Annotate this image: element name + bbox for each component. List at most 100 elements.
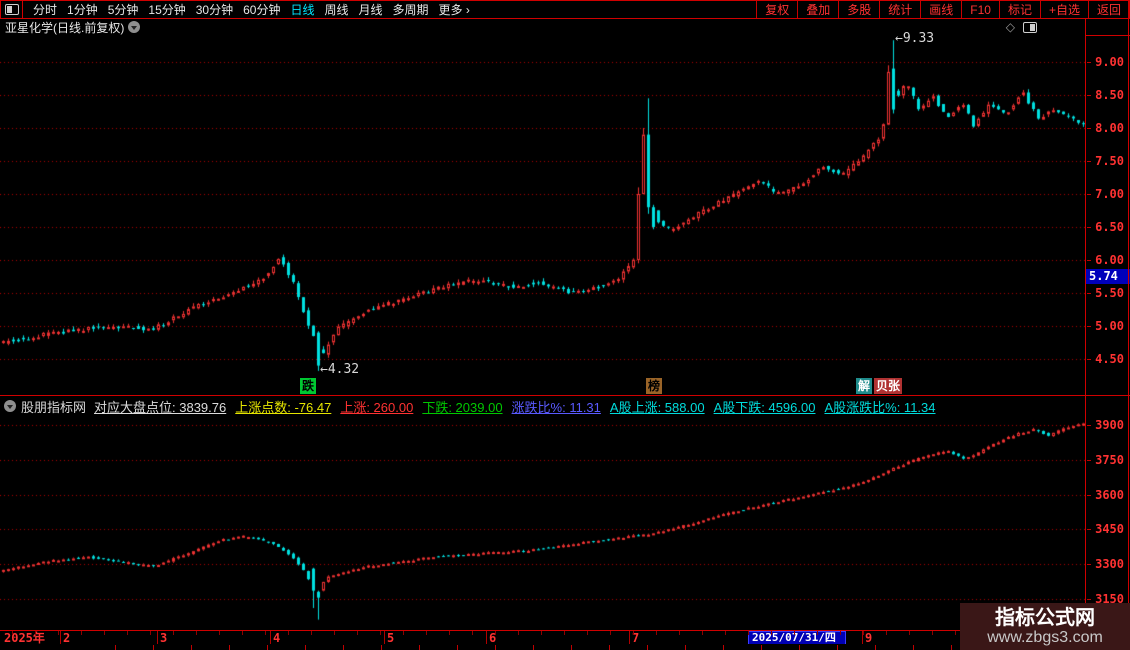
minor-tick [288,631,289,635]
divider [495,645,496,650]
axis-tick [1087,494,1091,496]
minor-tick [748,631,749,635]
index-candlestick-chart[interactable] [0,417,1085,630]
axis-tick-label: 8.00 [1095,121,1124,135]
period-tab-1分钟[interactable]: 1分钟 [62,1,103,18]
divider [191,645,192,650]
minor-tick [564,631,565,635]
diamond-icon[interactable]: ◇ [1006,20,1015,34]
indicator-metric: 下跌: 2039.00 [422,399,503,415]
period-tab-5分钟[interactable]: 5分钟 [103,1,144,18]
minor-tick [311,631,312,635]
axis-tick [1087,598,1091,600]
window-right-border [1128,0,1129,650]
minor-tick [334,631,335,635]
axis-tick [1087,194,1091,195]
period-tab-60分钟[interactable]: 60分钟 [238,1,285,18]
month-label: 5 [387,631,395,645]
right-price-axis: 5.74 9.00 8.50 8.00 7.50 7.00 6.50 6.00 5.50 5.0… [1085,19,1130,650]
minor-tick [541,631,542,635]
minor-tick [587,631,588,635]
axis-tick-label: 5.50 [1095,286,1124,300]
year-label: 2025年 [4,631,45,645]
period-tab-多周期[interactable]: 多周期 [388,1,434,18]
axis-tick [1087,529,1091,531]
watermark-url: www.zbgs3.com [987,628,1103,646]
divider [951,645,952,650]
minor-tick [702,631,703,635]
minor-tick [426,631,427,635]
minor-tick [242,631,243,635]
axis-tick-label: 3750 [1095,452,1124,467]
axis-tick-label: 7.00 [1095,187,1124,201]
month-label: 3 [160,631,168,645]
minor-tick [380,631,381,635]
indicator-metric: 上涨点数: -76.47 [235,399,332,415]
divider [267,645,268,650]
divider [723,645,724,650]
divider [305,645,306,650]
minor-tick [932,631,933,635]
axis-tick [1087,95,1091,96]
axis-tick-label: 9.00 [1095,55,1124,69]
axis-tick [1087,459,1091,461]
axis-tick-label: 6.50 [1095,220,1124,234]
minor-tick [58,631,59,635]
month-label: 4 [273,631,281,645]
toolbar-button-叠加[interactable]: 叠加 [797,1,838,18]
toolbar-button-复权[interactable]: 复权 [756,1,797,18]
period-tabs: 分时 1分钟 5分钟 15分钟 30分钟 60分钟 日线 周线 月线 多周期 更多 › [23,1,475,18]
toolbar-button-画线[interactable]: 画线 [920,1,961,18]
minor-tick [840,631,841,635]
divider [913,645,914,650]
panel-right-icon[interactable] [1023,21,1037,33]
top-toolbar: 分时 1分钟 5分钟 15分钟 30分钟 60分钟 日线 周线 月线 多周期 更多 › 复权 叠加 多股… [0,0,1130,19]
last-price-tag: 5.74 [1086,269,1130,285]
axis-tick [1087,62,1091,63]
highlighted-date-tag: 2025/07/31/四 [748,631,846,645]
minor-tick [725,631,726,635]
signal-marker-解: 解 [856,378,873,394]
divider [533,645,534,650]
minor-tick [518,631,519,635]
divider [419,645,420,650]
divider [761,645,762,650]
period-tab-分时[interactable]: 分时 [28,1,62,18]
indicator-metric: A股涨跌比%: 11.34 [824,399,936,415]
axis-tick [1087,128,1091,129]
toolbar-button-统计[interactable]: 统计 [879,1,920,18]
chevron-down-icon[interactable] [128,21,141,33]
toolbar-button-F10[interactable]: F10 [961,1,999,18]
main-candlestick-chart[interactable] [0,35,1085,394]
minor-tick [495,631,496,635]
layout-toggle-button[interactable] [1,1,23,18]
minor-tick [196,631,197,635]
indicator-metric: A股下跌: 4596.00 [713,399,816,415]
divider [115,645,116,650]
minor-tick [633,631,634,635]
stock-title: 亚星化学(日线.前复权) [5,20,125,35]
month-tick [629,631,630,644]
minor-tick [449,631,450,635]
watermark-title: 指标公式网 [995,606,1095,629]
toolbar-right-buttons: 复权 叠加 多股 统计 画线 F10 标记 +自选 返回 [756,1,1129,18]
toolbar-button-多股[interactable]: 多股 [838,1,879,18]
period-tab-周线[interactable]: 周线 [319,1,353,18]
period-tab-日线[interactable]: 日线 [285,1,319,18]
minor-tick [656,631,657,635]
collapse-icon[interactable] [4,400,16,412]
period-tab-月线[interactable]: 月线 [354,1,388,18]
toolbar-button-+自选[interactable]: +自选 [1039,1,1088,18]
divider [571,645,572,650]
minor-tick [863,631,864,635]
indicator-metric: 涨跌比%: 11.31 [511,399,601,415]
period-tab-15分钟[interactable]: 15分钟 [143,1,190,18]
period-tab-30分钟[interactable]: 30分钟 [191,1,238,18]
divider [875,645,876,650]
axis-tick [1087,293,1091,294]
axis-tick-label: 7.50 [1095,154,1124,168]
period-tab-更多 ›[interactable]: 更多 › [434,1,475,18]
toolbar-button-返回[interactable]: 返回 [1087,1,1129,18]
toolbar-button-标记[interactable]: 标记 [998,1,1040,18]
indicator-header: 股朋指标网 对应大盘点位: 3839.76 上涨点数: -76.47 上涨: 260… [0,396,1089,416]
